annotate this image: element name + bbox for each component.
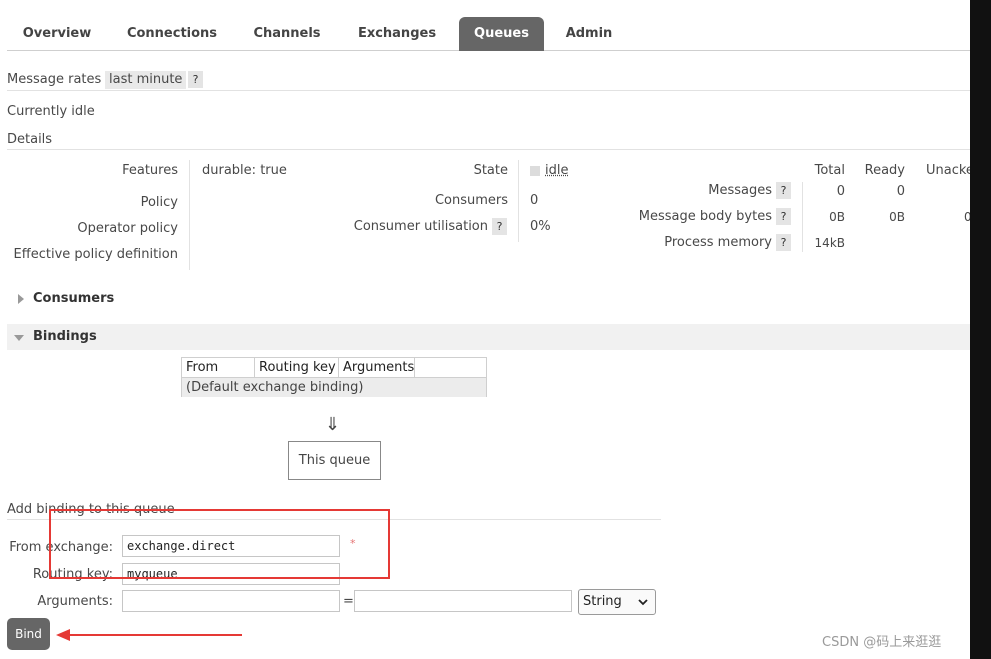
bindings-column-arguments: Arguments bbox=[339, 358, 415, 377]
watermark: CSDN @码上来逛逛 bbox=[822, 635, 942, 650]
stats-messages-label: Messages bbox=[708, 183, 772, 198]
annotation-arrow-icon bbox=[56, 629, 242, 641]
stats-process-memory-total: 14kB bbox=[814, 236, 845, 250]
operator-policy-label: Operator policy bbox=[77, 221, 178, 236]
annotation-highlight-box bbox=[49, 509, 390, 579]
body-bytes-help-icon[interactable]: ? bbox=[776, 208, 791, 225]
main-tabs: Overview Connections Channels Exchanges … bbox=[7, 17, 970, 51]
durable-value: true bbox=[260, 163, 287, 178]
divider bbox=[189, 160, 190, 270]
process-memory-help-icon[interactable]: ? bbox=[776, 234, 791, 251]
message-rates-help-icon[interactable]: ? bbox=[188, 71, 203, 88]
argument-type-value: String bbox=[583, 594, 622, 609]
tab-overview[interactable]: Overview bbox=[11, 17, 103, 50]
stats-body-bytes-ready: 0B bbox=[889, 210, 905, 224]
divider bbox=[518, 160, 519, 242]
stats-messages-ready: 0 bbox=[896, 184, 905, 199]
durable-key: durable: bbox=[202, 163, 257, 178]
message-rates-select[interactable]: last minute bbox=[105, 71, 187, 89]
details-heading: Details bbox=[7, 132, 53, 147]
stats-body-bytes-total: 0B bbox=[829, 210, 845, 224]
consumer-utilisation-value: 0% bbox=[530, 219, 551, 234]
divider bbox=[802, 182, 803, 252]
policy-label: Policy bbox=[140, 195, 178, 210]
state-indicator-icon bbox=[530, 166, 540, 176]
chevron-down-icon bbox=[638, 599, 648, 606]
queue-status: Currently idle bbox=[7, 104, 95, 119]
argument-type-select[interactable]: String bbox=[578, 589, 656, 615]
stats-process-memory-label: Process memory bbox=[664, 235, 772, 250]
table-row: (Default exchange binding) bbox=[182, 377, 486, 397]
stats-header-ready: Ready bbox=[864, 163, 905, 178]
messages-help-icon[interactable]: ? bbox=[776, 182, 791, 199]
consumer-utilisation-help-icon[interactable]: ? bbox=[492, 218, 507, 235]
consumers-count-value: 0 bbox=[530, 193, 539, 208]
window-edge bbox=[970, 0, 991, 659]
this-queue-box: This queue bbox=[288, 441, 381, 480]
effective-policy-label: Effective policy definition bbox=[13, 247, 178, 262]
stats-header-unacked: Unacke bbox=[926, 163, 974, 178]
tab-admin[interactable]: Admin bbox=[553, 17, 625, 50]
argument-value-input[interactable] bbox=[354, 590, 572, 612]
bindings-column-from: From bbox=[182, 358, 255, 377]
bindings-section-header[interactable]: Bindings bbox=[7, 324, 970, 350]
bindings-table: From Routing key Arguments (Default exch… bbox=[181, 357, 487, 397]
bind-button[interactable]: Bind bbox=[7, 618, 50, 650]
stats-messages-total: 0 bbox=[836, 184, 845, 199]
divider bbox=[7, 90, 970, 91]
tab-queues[interactable]: Queues bbox=[459, 17, 544, 51]
stats-header-total: Total bbox=[814, 163, 845, 178]
tab-connections[interactable]: Connections bbox=[119, 17, 225, 50]
consumer-utilisation-label: Consumer utilisation bbox=[353, 219, 488, 234]
message-rates-label: Message rates bbox=[7, 72, 102, 87]
bindings-section-title: Bindings bbox=[33, 329, 97, 344]
expand-right-icon bbox=[18, 294, 24, 304]
tab-exchanges[interactable]: Exchanges bbox=[349, 17, 445, 50]
equals-sign: = bbox=[343, 594, 354, 609]
down-arrow-icon: ⇓ bbox=[325, 414, 341, 435]
stats-body-bytes-label: Message body bytes bbox=[638, 209, 772, 224]
bindings-column-routing-key: Routing key bbox=[255, 358, 339, 377]
tab-channels[interactable]: Channels bbox=[243, 17, 331, 50]
arguments-label: Arguments: bbox=[37, 594, 113, 609]
consumers-count-label: Consumers bbox=[434, 193, 508, 208]
state-value: idle bbox=[545, 163, 569, 178]
collapse-down-icon bbox=[14, 335, 24, 341]
argument-key-input[interactable] bbox=[122, 590, 340, 612]
consumers-section-header[interactable]: Consumers bbox=[7, 286, 970, 312]
durable-feature: durable: true bbox=[202, 163, 287, 178]
consumers-section-title: Consumers bbox=[33, 291, 115, 306]
features-label: Features bbox=[122, 163, 178, 178]
state-label: State bbox=[473, 163, 508, 178]
divider bbox=[7, 149, 970, 150]
